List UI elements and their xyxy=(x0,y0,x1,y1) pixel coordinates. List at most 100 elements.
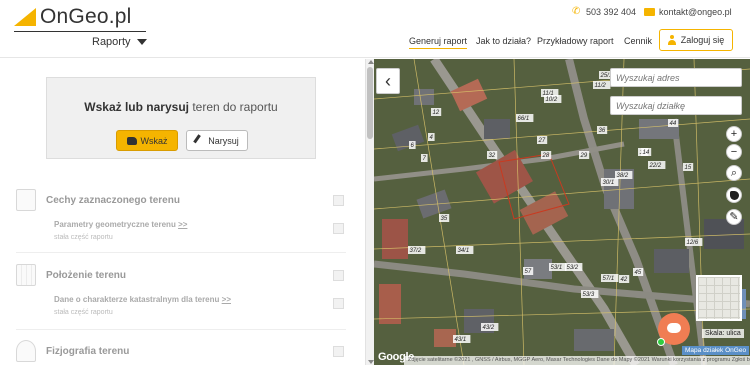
point-button[interactable]: Wskaż xyxy=(116,130,178,151)
area-selection-title: Wskaż lub narysuj teren do raportu xyxy=(47,100,315,114)
parcel-number-label[interactable]: 53/2 xyxy=(567,265,579,271)
section-checkbox[interactable] xyxy=(333,346,344,357)
parcel-search-input[interactable] xyxy=(610,96,742,115)
scroll-thumb[interactable] xyxy=(367,67,373,139)
online-status-dot xyxy=(657,338,665,346)
map-attribution: Zdjęcie satelitarne ©2021 , GNSS / Airbu… xyxy=(404,356,750,365)
minimap[interactable] xyxy=(696,275,742,321)
parcel-number-label[interactable]: 53/3 xyxy=(583,292,595,298)
divider xyxy=(16,329,346,330)
parcel-number-label[interactable]: 22/2 xyxy=(649,163,662,169)
subsection-checkbox[interactable] xyxy=(333,298,344,309)
pen-icon xyxy=(193,134,207,147)
nav-how-it-works[interactable]: Jak to działa? xyxy=(476,36,531,46)
parcel-number-label[interactable]: 12/6 xyxy=(687,240,699,246)
magnifier-button[interactable]: ⌕ xyxy=(726,165,742,181)
nav-generate-report[interactable]: Generuj raport xyxy=(409,36,468,49)
parcel-number-label[interactable]: 53/1 xyxy=(551,265,563,271)
parcel-number-label[interactable]: 15 xyxy=(685,165,692,171)
parcel-number-label[interactable]: 38/2 xyxy=(617,173,629,179)
subsection-title[interactable]: Dane o charakterze katastralnym dla tere… xyxy=(54,295,231,304)
draw-tool-button[interactable]: ✎ xyxy=(726,209,742,225)
logo-text: OnGeo.pl xyxy=(40,5,132,28)
layers-button[interactable] xyxy=(726,187,742,203)
login-button[interactable]: Zaloguj się xyxy=(659,29,733,51)
parcel-number-label[interactable]: 66/1 xyxy=(518,116,530,122)
subsection-note: stała część raportu xyxy=(54,234,113,241)
section-terrain-features: Cechy zaznaczonego terenu Parametry geom… xyxy=(16,189,346,249)
parcel-number-label[interactable]: 57 xyxy=(525,269,532,275)
parcel-number-label[interactable]: 43/1 xyxy=(455,337,467,343)
logo[interactable]: OnGeo.pl xyxy=(14,5,132,29)
subsection-more-link[interactable]: >> xyxy=(178,220,187,229)
phone-contact[interactable]: ✆ 503 392 404 xyxy=(572,7,637,18)
parcel-number-label[interactable]: 12 xyxy=(433,110,440,116)
parcel-number-label[interactable]: 37/2 xyxy=(410,248,422,254)
parcel-number-label[interactable]: 27 xyxy=(538,138,546,144)
login-label: Zaloguj się xyxy=(680,35,725,45)
satellite-map[interactable]: 25/1 11/2 11/1 10/2 66/1 36 32 27 28 29 30/1 38/2 44… xyxy=(374,59,750,365)
parcel-number-label[interactable]: 11/2 xyxy=(595,83,607,89)
phone-number: 503 392 404 xyxy=(586,7,637,17)
email-contact[interactable]: kontakt@ongeo.pl xyxy=(644,7,732,17)
grid-map-icon xyxy=(16,264,36,286)
collapse-panel-button[interactable]: ‹ xyxy=(376,68,400,94)
parcel-number-label[interactable]: 36 xyxy=(599,128,606,134)
divider xyxy=(16,252,346,253)
panel-scrollbar[interactable] xyxy=(365,59,374,365)
report-panel: Wskaż lub narysuj teren do raportu Wskaż… xyxy=(0,59,374,365)
parcel-number-label[interactable]: 34/1 xyxy=(458,248,470,254)
section-title: Fizjografia terenu xyxy=(46,346,130,357)
reports-dropdown-label: Raporty xyxy=(92,36,131,48)
parcel-number-label[interactable]: 29 xyxy=(580,153,588,159)
pencil-icon: ✎ xyxy=(729,211,739,223)
address-search-input[interactable] xyxy=(610,68,742,87)
zoom-out-button[interactable]: − xyxy=(726,144,742,160)
point-button-label: Wskaż xyxy=(140,135,168,146)
parcel-number-label[interactable]: 42 xyxy=(621,277,628,283)
parcel-number-label[interactable]: 10/2 xyxy=(546,97,558,103)
section-checkbox[interactable] xyxy=(333,270,344,281)
area-selection-title-bold: Wskaż lub narysuj xyxy=(84,100,189,114)
nav-pricing[interactable]: Cennik xyxy=(624,36,652,46)
section-terrain-location: Położenie terenu Dane o charakterze kata… xyxy=(16,264,346,324)
area-selection-box: Wskaż lub narysuj teren do raportu Wskaż… xyxy=(46,77,316,159)
parcel-number-label[interactable]: 43/2 xyxy=(483,325,495,331)
document-icon xyxy=(16,189,36,211)
map-parcels-link[interactable]: Mapa działek OnGeo xyxy=(682,346,750,355)
parcel-number-label[interactable]: 35 xyxy=(441,216,448,222)
search-icon: ⌕ xyxy=(730,167,738,179)
layers-icon xyxy=(730,191,739,200)
section-title: Cechy zaznaczonego terenu xyxy=(46,195,180,206)
parcel-number-label[interactable]: 30/1 xyxy=(603,180,615,186)
logo-underline xyxy=(14,31,146,32)
parcel-number-label[interactable]: 14 xyxy=(643,150,650,156)
subsection-more-link[interactable]: >> xyxy=(222,295,231,304)
parcel-number-label[interactable]: 32 xyxy=(489,153,496,159)
area-selection-title-rest: teren do raportu xyxy=(188,100,278,114)
chevron-left-icon: ‹ xyxy=(385,70,391,91)
subsection-title[interactable]: Parametry geometryczne terenu >> xyxy=(54,220,187,229)
user-icon xyxy=(667,35,676,45)
parcel-number-label[interactable]: 28 xyxy=(542,153,550,159)
hand-pointer-icon xyxy=(126,136,137,145)
nav-sample-report[interactable]: Przykładowy raport xyxy=(537,36,614,46)
parcel-number-label[interactable]: 57/1 xyxy=(603,276,615,282)
subsection-checkbox[interactable] xyxy=(333,223,344,234)
terrain-icon xyxy=(16,340,36,362)
zoom-in-button[interactable]: + xyxy=(726,126,742,142)
parcel-number-label[interactable]: 45 xyxy=(635,270,642,276)
subsection-note: stała część raportu xyxy=(54,309,113,316)
email-address: kontakt@ongeo.pl xyxy=(659,7,732,17)
subsection-title-text: Parametry geometryczne terenu xyxy=(54,220,176,229)
draw-button[interactable]: Narysuj xyxy=(186,130,248,151)
subsection-title-text: Dane o charakterze katastralnym dla tere… xyxy=(54,295,220,304)
minimap-grid xyxy=(698,277,740,319)
section-checkbox[interactable] xyxy=(333,195,344,206)
parcel-number-label[interactable]: 44 xyxy=(670,121,677,127)
top-header: OnGeo.pl Raporty ✆ 503 392 404 kontakt@o… xyxy=(0,0,750,58)
reports-dropdown[interactable]: Raporty xyxy=(92,36,147,48)
section-physiography: Fizjografia terenu xyxy=(16,340,346,365)
draw-button-label: Narysuj xyxy=(208,135,239,146)
caret-down-icon xyxy=(136,39,147,45)
